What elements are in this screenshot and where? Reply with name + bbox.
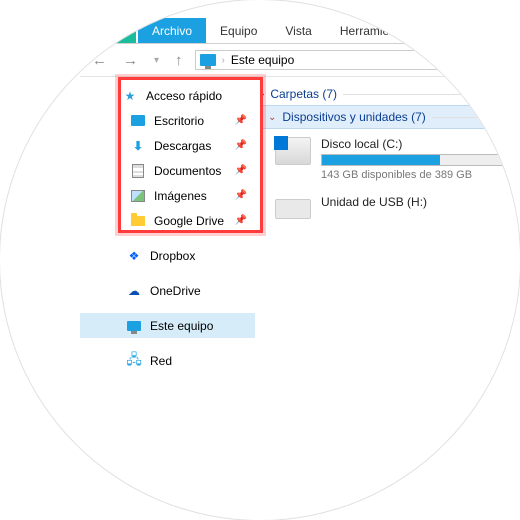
content-pane: › Carpetas (7) ⌄ Dispositivos y unidades… [255, 77, 520, 393]
ribbon-tabs: Archivo Equipo Vista Herramientas de uni… [80, 10, 520, 44]
address-bar-row: ← → ▾ ↑ › Este equipo [80, 44, 520, 77]
sidebar-item-network[interactable]: 🖧 Red [80, 348, 255, 373]
desktop-icon [131, 115, 145, 126]
network-icon: 🖧 [126, 353, 142, 369]
divider [432, 117, 520, 118]
section-folders[interactable]: › Carpetas (7) [261, 87, 520, 101]
drive-title: Disco local (C:) [321, 137, 520, 151]
storage-bar-fill [322, 155, 440, 165]
drive-usb[interactable]: Unidad de USB (H:) [275, 195, 520, 219]
app-icon-block [80, 11, 138, 43]
usb-icon [275, 199, 311, 219]
monitor-icon [127, 321, 141, 331]
divider [343, 94, 520, 95]
document-icon [132, 164, 144, 178]
sidebar-item-dropbox[interactable]: ❖ Dropbox [80, 243, 255, 268]
sidebar-item-documents[interactable]: Documentos 📌 [80, 158, 255, 183]
sidebar-item-google-drive[interactable]: Google Drive 📌 [80, 208, 255, 233]
sidebar-item-label: Google Drive [154, 214, 224, 228]
sidebar-item-label: Descargas [154, 139, 211, 153]
sidebar-item-label: OneDrive [150, 284, 201, 298]
download-icon: ⬇ [130, 138, 146, 154]
section-title: Dispositivos y unidades (7) [282, 110, 425, 124]
sidebar-item-label: Este equipo [150, 319, 213, 333]
pictures-icon [131, 190, 145, 202]
tab-equipo[interactable]: Equipo [206, 18, 271, 43]
dropbox-icon: ❖ [126, 248, 142, 264]
sidebar-item-images[interactable]: Imágenes 📌 [80, 183, 255, 208]
navigation-pane: ★ Acceso rápido Escritorio 📌 ⬇ Descargas… [80, 77, 255, 393]
storage-bar [321, 154, 511, 166]
tab-archivo[interactable]: Archivo [138, 18, 206, 43]
this-pc-icon [200, 54, 216, 66]
sidebar-item-label: Red [150, 354, 172, 368]
sidebar-item-label: Dropbox [150, 249, 195, 263]
sidebar-item-label: Imágenes [154, 189, 207, 203]
sidebar-item-onedrive[interactable]: ☁ OneDrive [80, 278, 255, 303]
forward-button[interactable]: → [119, 52, 142, 69]
windows-badge-icon [274, 136, 288, 150]
sidebar-item-label: Escritorio [154, 114, 204, 128]
back-button[interactable]: ← [88, 52, 111, 69]
section-devices[interactable]: ⌄ Dispositivos y unidades (7) [261, 105, 520, 129]
sidebar-item-downloads[interactable]: ⬇ Descargas 📌 [80, 133, 255, 158]
pin-icon: 📌 [235, 140, 247, 151]
chevron-right-icon: › [261, 89, 264, 100]
pin-icon: 📌 [235, 215, 247, 226]
folder-icon [131, 216, 145, 226]
disk-icon [275, 137, 311, 165]
tab-vista[interactable]: Vista [271, 18, 325, 43]
drive-local-disk[interactable]: Disco local (C:) 143 GB disponibles de 3… [275, 137, 520, 181]
star-icon: ★ [122, 88, 138, 104]
breadcrumb-path: Este equipo [231, 53, 294, 67]
sidebar-item-label: Acceso rápido [146, 89, 222, 103]
pin-icon: 📌 [235, 115, 247, 126]
onedrive-icon: ☁ [126, 283, 142, 299]
chevron-down-icon: ⌄ [268, 112, 276, 123]
section-title: Carpetas (7) [270, 87, 337, 101]
drive-subtitle: 143 GB disponibles de 389 GB [321, 169, 520, 181]
pin-icon: 📌 [235, 190, 247, 201]
sidebar-item-label: Documentos [154, 164, 221, 178]
drive-title: Unidad de USB (H:) [321, 195, 520, 209]
explorer-window: Archivo Equipo Vista Herramientas de uni… [80, 10, 520, 393]
pin-icon: 📌 [235, 165, 247, 176]
up-button[interactable]: ↑ [171, 52, 187, 69]
tab-tools[interactable]: Herramientas de unidad [326, 18, 482, 43]
sidebar-quick-access[interactable]: ★ Acceso rápido [80, 83, 255, 108]
sidebar-item-this-pc[interactable]: Este equipo [80, 313, 255, 338]
sidebar-item-desktop[interactable]: Escritorio 📌 [80, 108, 255, 133]
recent-dropdown-icon[interactable]: ▾ [150, 55, 163, 66]
chevron-right-icon: › [222, 55, 225, 66]
breadcrumb[interactable]: › Este equipo [195, 50, 520, 70]
